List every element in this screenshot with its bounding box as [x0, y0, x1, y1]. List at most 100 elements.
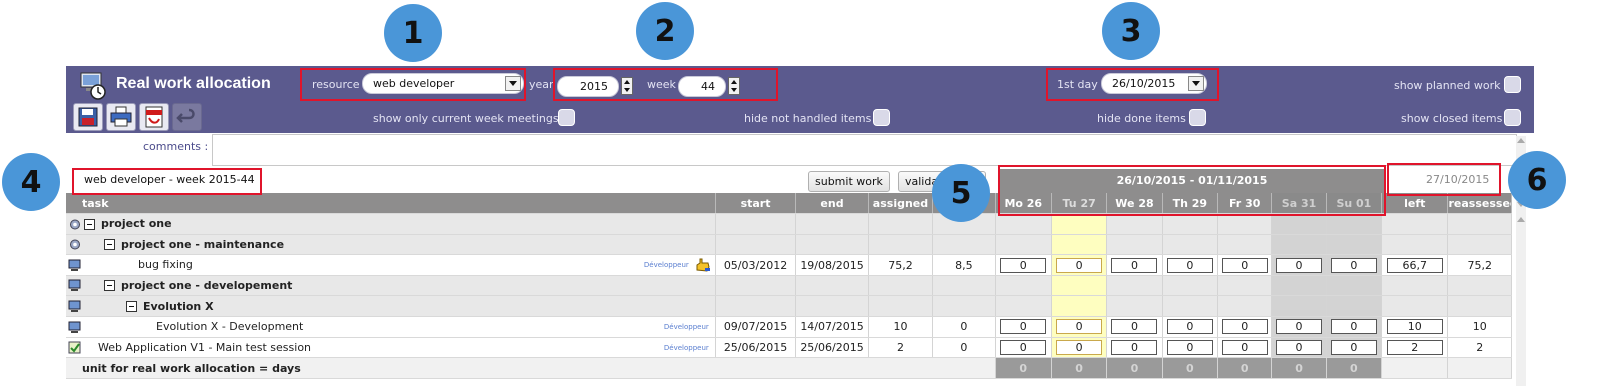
- project-row: Evolution X: [66, 295, 1512, 318]
- left-work-input[interactable]: 66,7: [1386, 257, 1443, 273]
- col-day-weekend: Su 01: [1326, 193, 1383, 215]
- day-work-input[interactable]: 0: [1111, 257, 1158, 273]
- show-meetings-checkbox[interactable]: [558, 109, 575, 126]
- week-value: 44: [701, 80, 715, 93]
- chevron-down-icon[interactable]: [505, 76, 521, 91]
- assigned-cell: 75,2: [868, 254, 934, 276]
- task-row: Web Application V1 - Main test session Dé…: [66, 337, 1512, 359]
- task-cell: project one - maintenance: [66, 234, 716, 256]
- activity-icon: [68, 300, 81, 313]
- day-work-input[interactable]: 0: [1330, 257, 1377, 273]
- grid-scrollbar[interactable]: [1516, 215, 1526, 385]
- reassessed-cell: 75,2: [1447, 254, 1512, 276]
- role-label: Développeur: [663, 323, 709, 332]
- col-day-weekend: Sa 31: [1271, 193, 1327, 215]
- task-row: Evolution X - Development Développeur 09/0…: [66, 316, 1512, 338]
- col-reassessed: reassessed: [1447, 193, 1512, 215]
- show-planned-work-label: show planned work: [1394, 79, 1501, 92]
- day-work-input[interactable]: 0: [1111, 319, 1158, 335]
- day-work-input[interactable]: 0: [1166, 257, 1213, 273]
- day-work-input[interactable]: 0: [1000, 339, 1047, 355]
- col-day: We 28: [1106, 193, 1163, 215]
- comments-input[interactable]: [212, 134, 1517, 166]
- week-field[interactable]: 44: [678, 76, 726, 97]
- export-pdf-button[interactable]: [139, 103, 169, 131]
- show-planned-work-checkbox[interactable]: [1504, 76, 1521, 93]
- callout-3: 3: [1102, 2, 1160, 60]
- day-work-input[interactable]: 0: [1330, 339, 1377, 355]
- day-total: 0: [995, 357, 1052, 379]
- hide-done-label: hide done items: [1097, 112, 1186, 125]
- project-name: Evolution X: [143, 299, 214, 313]
- day-work-input[interactable]: 0: [1166, 339, 1213, 355]
- callout-6: 6: [1508, 151, 1566, 209]
- day-work-input[interactable]: 0: [1276, 339, 1323, 355]
- task-cell: Evolution X: [66, 295, 716, 318]
- first-day-value: 26/10/2015: [1112, 77, 1176, 90]
- day-work-input[interactable]: 0: [1056, 319, 1103, 335]
- task-cell: Evolution X - Development Développeur: [66, 316, 716, 338]
- collapse-icon[interactable]: [104, 280, 115, 292]
- test-session-icon: [68, 341, 81, 354]
- project-row: project one: [66, 213, 1512, 235]
- header-bar: Real work allocation resource web develo…: [66, 66, 1534, 133]
- project-name: project one - maintenance: [121, 237, 285, 251]
- day-work-input[interactable]: 0: [1276, 257, 1323, 273]
- task-cell: project one - developement: [66, 275, 716, 297]
- week-spinner-icon[interactable]: [728, 77, 740, 95]
- first-day-date-picker[interactable]: 26/10/2015: [1101, 73, 1207, 94]
- print-icon: [110, 106, 132, 127]
- col-day: Th 29: [1162, 193, 1219, 215]
- task-name: Web Application V1 - Main test session: [98, 340, 312, 354]
- project-row: project one - developement: [66, 275, 1512, 297]
- day-work-input[interactable]: 0: [1000, 257, 1047, 273]
- left-work-input[interactable]: 2: [1386, 339, 1443, 355]
- reassessed-cell: 2: [1447, 337, 1512, 359]
- day-work-input[interactable]: 0: [1056, 339, 1103, 355]
- week-label: week: [647, 78, 676, 91]
- col-task: task: [66, 193, 716, 215]
- left-work-input[interactable]: 10: [1386, 319, 1443, 335]
- callout-2: 2: [636, 2, 694, 60]
- resource-label: resource: [312, 78, 360, 91]
- day-total: 0: [1326, 357, 1383, 379]
- hide-not-handled-checkbox[interactable]: [873, 109, 890, 126]
- task-cell: project one: [66, 213, 716, 235]
- day-work-input[interactable]: 0: [1166, 319, 1213, 335]
- hand-icon[interactable]: [695, 258, 711, 272]
- collapse-icon[interactable]: [126, 301, 137, 313]
- start-cell: 05/03/2012: [715, 254, 797, 276]
- day-work-input[interactable]: 0: [1221, 319, 1268, 335]
- task-row: bug fixing Développeur 05/03/2012 19/08/201…: [66, 254, 1512, 276]
- save-button[interactable]: [73, 103, 103, 131]
- week-range-header: 26/10/2015 - 01/11/2015: [1000, 169, 1384, 193]
- day-work-input[interactable]: 0: [1000, 319, 1047, 335]
- day-work-input[interactable]: 0: [1111, 339, 1158, 355]
- show-closed-checkbox[interactable]: [1504, 109, 1521, 126]
- day-work-input[interactable]: 0: [1221, 257, 1268, 273]
- callout-5: 5: [932, 164, 990, 222]
- week-caption: web developer - week 2015-44: [84, 173, 255, 186]
- hide-done-checkbox[interactable]: [1189, 109, 1206, 126]
- footer-row: unit for real work allocation = days 0 0 0 0…: [66, 357, 1512, 379]
- day-work-input[interactable]: 0: [1330, 319, 1377, 335]
- collapse-icon[interactable]: [84, 218, 95, 230]
- submit-work-button[interactable]: submit work: [808, 171, 890, 192]
- role-label: Développeur: [643, 261, 689, 270]
- day-work-input[interactable]: 0: [1276, 319, 1323, 335]
- day-work-input[interactable]: 0: [1221, 339, 1268, 355]
- hide-not-handled-label: hide not handled items: [744, 112, 872, 125]
- real-cell: 0: [932, 337, 996, 359]
- year-field[interactable]: 2015: [557, 76, 619, 97]
- undo-button[interactable]: [172, 103, 202, 131]
- print-button[interactable]: [106, 103, 136, 131]
- grid-header-row: task start end assigned real Mo 26 Tu 27…: [66, 193, 1512, 215]
- save-icon: [78, 107, 98, 127]
- resource-select[interactable]: web developer: [362, 73, 524, 94]
- start-cell: 09/07/2015: [715, 316, 797, 338]
- chevron-down-icon[interactable]: [1188, 76, 1204, 91]
- collapse-icon[interactable]: [104, 239, 115, 251]
- year-spinner-icon[interactable]: [621, 77, 633, 95]
- day-work-input[interactable]: 0: [1056, 257, 1103, 273]
- col-start: start: [715, 193, 797, 215]
